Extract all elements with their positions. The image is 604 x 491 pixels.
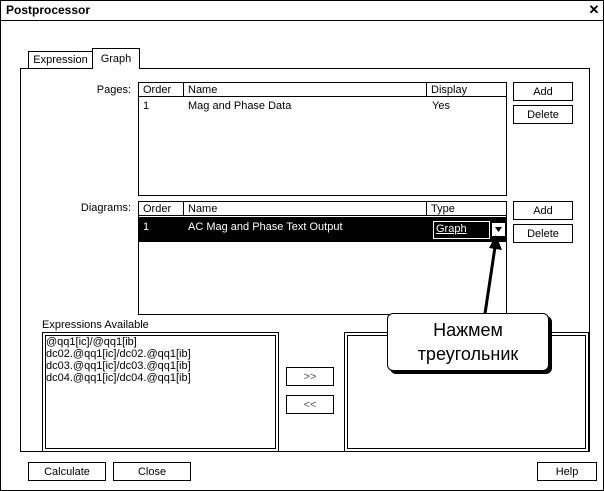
pages-add-button[interactable]: Add	[513, 82, 573, 101]
calculate-label: Calculate	[44, 466, 90, 478]
diagrams-delete-button[interactable]: Delete	[513, 224, 573, 243]
diagrams-table[interactable]: Order Name Type 1 AC Mag and Phase Text …	[138, 201, 507, 315]
help-button[interactable]: Help	[537, 462, 597, 481]
expression-item[interactable]: dc02.@qq1[ic]/dc02.@qq1[ib]	[46, 348, 191, 360]
postprocessor-dialog: Postprocessor ✕ Expression Graph Pages: …	[0, 0, 604, 491]
pages-row-name[interactable]: Mag and Phase Data	[188, 100, 291, 113]
close-icon[interactable]: ✕	[587, 3, 601, 17]
calculate-button[interactable]: Calculate	[28, 462, 106, 481]
dialog-title: Postprocessor	[6, 3, 91, 17]
diagrams-row-order[interactable]: 1	[143, 221, 149, 234]
tab-expression[interactable]: Expression	[28, 51, 93, 69]
expression-item[interactable]: dc03.@qq1[ic]/dc03.@qq1[ib]	[46, 360, 191, 372]
expression-item[interactable]: dc04.@qq1[ic]/dc04.@qq1[ib]	[46, 372, 191, 384]
pages-row-order[interactable]: 1	[143, 100, 149, 113]
pages-row-display[interactable]: Yes	[432, 100, 450, 113]
pages-label: Pages:	[96, 84, 131, 96]
pages-col-name[interactable]: Name	[184, 83, 427, 97]
expression-item[interactable]: @qq1[ic]/@qq1[ib]	[46, 336, 191, 348]
diagrams-col-type[interactable]: Type	[427, 202, 506, 216]
diagrams-col-name[interactable]: Name	[184, 202, 427, 216]
title-bar: Postprocessor ✕	[1, 1, 603, 21]
move-left-button[interactable]: <<	[286, 395, 334, 414]
diagrams-col-order[interactable]: Order	[139, 202, 184, 216]
move-right-button[interactable]: >>	[286, 367, 334, 386]
diagram-type-value: Graph	[436, 223, 467, 235]
diagrams-label: Diagrams:	[80, 202, 131, 214]
callout-line-2: треугольник	[417, 344, 519, 364]
close-label: Close	[137, 466, 167, 478]
callout-box: Нажмем треугольник	[387, 313, 549, 371]
callout-line-1: Нажмем	[433, 320, 503, 340]
pages-col-display[interactable]: Display	[427, 83, 506, 97]
pages-table[interactable]: Order Name Display 1 Mag and Phase Data …	[138, 82, 507, 196]
diagrams-add-button[interactable]: Add	[513, 201, 573, 220]
tab-graph[interactable]: Graph	[92, 48, 140, 69]
pages-delete-button[interactable]: Delete	[513, 105, 573, 124]
diagrams-row-name[interactable]: AC Mag and Phase Text Output	[188, 221, 343, 234]
help-label: Help	[555, 466, 579, 478]
expressions-list[interactable]: @qq1[ic]/@qq1[ib] dc02.@qq1[ic]/dc02.@qq…	[42, 332, 279, 452]
close-button[interactable]: Close	[113, 462, 191, 481]
expressions-label: Expressions Available	[42, 319, 149, 331]
pages-col-order[interactable]: Order	[139, 83, 184, 97]
